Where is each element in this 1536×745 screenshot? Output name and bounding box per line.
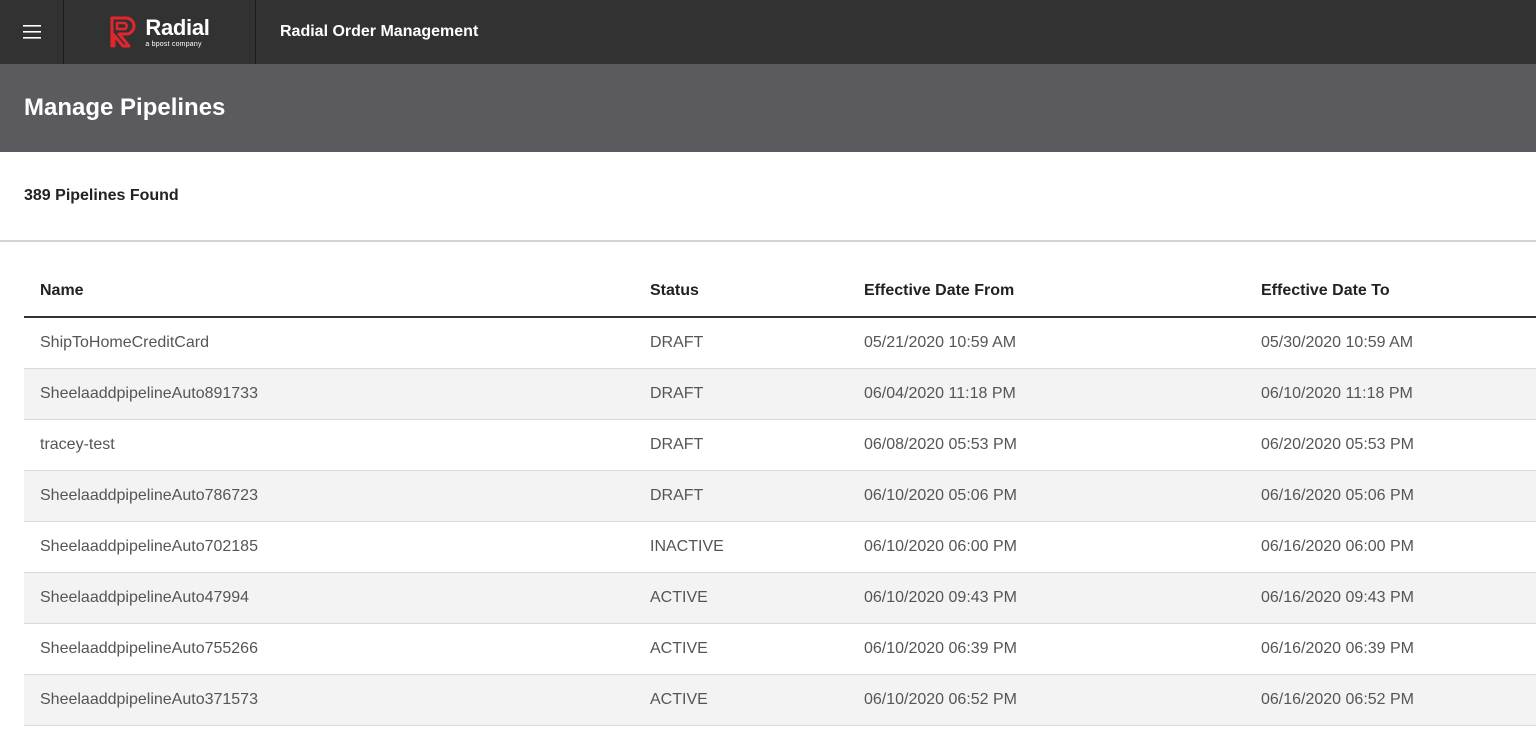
app-title: Radial Order Management xyxy=(280,23,479,40)
pipelines-table: Name Status Effective Date From Effectiv… xyxy=(24,266,1536,726)
cell-status: INACTIVE xyxy=(634,521,848,573)
column-header-effective-date-from[interactable]: Effective Date From xyxy=(848,266,1245,318)
table-row[interactable]: tracey-test DRAFT 06/08/2020 05:53 PM 06… xyxy=(24,419,1536,471)
cell-effective-date-from: 06/08/2020 05:53 PM xyxy=(848,419,1245,471)
table-row[interactable]: SheelaaddpipelineAuto371573 ACTIVE 06/10… xyxy=(24,674,1536,726)
cell-name: SheelaaddpipelineAuto371573 xyxy=(24,674,634,726)
column-header-name[interactable]: Name xyxy=(24,266,634,318)
cell-effective-date-to: 06/16/2020 06:00 PM xyxy=(1245,521,1536,573)
cell-effective-date-from: 06/10/2020 06:39 PM xyxy=(848,623,1245,675)
table-row[interactable]: ShipToHomeCreditCard DRAFT 05/21/2020 10… xyxy=(24,317,1536,369)
cell-name: SheelaaddpipelineAuto702185 xyxy=(24,521,634,573)
brand-tagline: a bpost company xyxy=(145,40,202,48)
cell-effective-date-from: 06/10/2020 06:00 PM xyxy=(848,521,1245,573)
table-row[interactable]: SheelaaddpipelineAuto891733 DRAFT 06/04/… xyxy=(24,368,1536,420)
cell-name: SheelaaddpipelineAuto891733 xyxy=(24,368,634,420)
page-title: Manage Pipelines xyxy=(24,94,226,121)
table-row[interactable]: SheelaaddpipelineAuto786723 DRAFT 06/10/… xyxy=(24,470,1536,522)
table-row[interactable]: SheelaaddpipelineAuto755266 ACTIVE 06/10… xyxy=(24,623,1536,675)
cell-effective-date-to: 06/16/2020 05:06 PM xyxy=(1245,470,1536,522)
hamburger-menu-button[interactable] xyxy=(0,0,64,64)
cell-effective-date-from: 05/21/2020 10:59 AM xyxy=(848,317,1245,369)
radial-logo-icon xyxy=(110,16,136,48)
table-row[interactable]: SheelaaddpipelineAuto702185 INACTIVE 06/… xyxy=(24,521,1536,573)
table-row[interactable]: SheelaaddpipelineAuto47994 ACTIVE 06/10/… xyxy=(24,572,1536,624)
result-count: 389 Pipelines Found xyxy=(24,187,179,204)
column-header-status[interactable]: Status xyxy=(634,266,848,318)
cell-name: ShipToHomeCreditCard xyxy=(24,317,634,369)
cell-status: DRAFT xyxy=(634,419,848,471)
cell-effective-date-from: 06/10/2020 05:06 PM xyxy=(848,470,1245,522)
table-header-row: Name Status Effective Date From Effectiv… xyxy=(24,266,1536,318)
results-summary: 389 Pipelines Found xyxy=(0,152,1536,242)
cell-effective-date-from: 06/10/2020 06:52 PM xyxy=(848,674,1245,726)
cell-status: ACTIVE xyxy=(634,572,848,624)
cell-name: SheelaaddpipelineAuto786723 xyxy=(24,470,634,522)
hamburger-icon xyxy=(22,25,41,39)
brand-logo[interactable]: Radial a bpost company xyxy=(64,0,256,64)
brand-name: Radial xyxy=(145,14,210,40)
cell-effective-date-from: 06/10/2020 09:43 PM xyxy=(848,572,1245,624)
top-navigation-bar: Radial a bpost company Radial Order Mana… xyxy=(0,0,1536,64)
cell-name: tracey-test xyxy=(24,419,634,471)
page-header: Manage Pipelines xyxy=(0,64,1536,152)
column-header-effective-date-to[interactable]: Effective Date To xyxy=(1245,266,1536,318)
cell-effective-date-to: 06/10/2020 11:18 PM xyxy=(1245,368,1536,420)
cell-name: SheelaaddpipelineAuto755266 xyxy=(24,623,634,675)
cell-name: SheelaaddpipelineAuto47994 xyxy=(24,572,634,624)
cell-status: ACTIVE xyxy=(634,674,848,726)
cell-effective-date-to: 06/16/2020 06:52 PM xyxy=(1245,674,1536,726)
cell-effective-date-from: 06/04/2020 11:18 PM xyxy=(848,368,1245,420)
cell-status: DRAFT xyxy=(634,317,848,369)
cell-effective-date-to: 06/20/2020 05:53 PM xyxy=(1245,419,1536,471)
cell-effective-date-to: 05/30/2020 10:59 AM xyxy=(1245,317,1536,369)
pipelines-table-container: Name Status Effective Date From Effectiv… xyxy=(24,266,1536,726)
cell-effective-date-to: 06/16/2020 09:43 PM xyxy=(1245,572,1536,624)
cell-status: DRAFT xyxy=(634,470,848,522)
cell-effective-date-to: 06/16/2020 06:39 PM xyxy=(1245,623,1536,675)
cell-status: DRAFT xyxy=(634,368,848,420)
cell-status: ACTIVE xyxy=(634,623,848,675)
